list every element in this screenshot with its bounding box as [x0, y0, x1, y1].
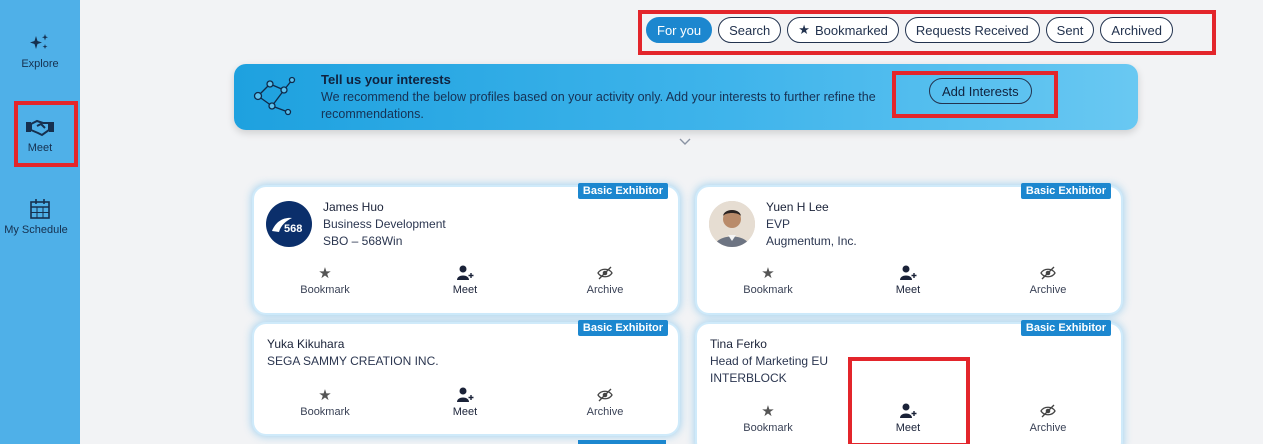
network-icon: [253, 76, 296, 116]
profile-company: Augmentum, Inc.: [766, 234, 857, 248]
action-label: Meet: [452, 406, 478, 418]
profile-card: Basic Exhibitor 568 James Huo Business D…: [254, 183, 678, 313]
star-icon: ★: [761, 265, 775, 282]
highlight-box-meet: [14, 101, 78, 167]
nav-label-explore: Explore: [21, 58, 59, 70]
profile-title: Business Development: [323, 217, 446, 231]
action-label: Bookmark: [300, 284, 350, 296]
meet-button[interactable]: Meet: [863, 264, 953, 296]
star-icon: ★: [318, 265, 332, 282]
profile-card: Basic Exhibitor Yuka Kikuhara SEGA SAMMY…: [254, 320, 678, 434]
profile-info: Tina Ferko Head of Marketing EU INTERBLO…: [710, 336, 828, 387]
profile-title: Head of Marketing EU: [710, 354, 829, 368]
action-label: Archive: [586, 284, 624, 296]
exhibitor-badge: Basic Exhibitor: [577, 183, 668, 199]
card-actions: ★ Bookmark Meet Archive: [254, 264, 678, 300]
bookmark-button[interactable]: ★ Bookmark: [723, 402, 813, 434]
archive-button[interactable]: Archive: [560, 264, 650, 296]
meet-button[interactable]: Meet: [420, 386, 510, 418]
add-user-icon: [457, 387, 474, 402]
nav-item-explore[interactable]: Explore: [0, 32, 80, 70]
calendar-icon: [30, 199, 50, 219]
archive-button[interactable]: Archive: [1003, 264, 1093, 296]
person-photo: [709, 201, 755, 247]
avatar[interactable]: [709, 201, 755, 247]
sparkles-icon: [30, 34, 48, 49]
left-nav-rail: Explore Meet My Schedule: [0, 0, 80, 444]
exhibitor-badge: Basic Exhibitor: [577, 320, 668, 336]
chevron-down-icon[interactable]: [678, 137, 692, 147]
eye-slash-icon: [1040, 266, 1056, 280]
add-user-icon: [900, 265, 917, 280]
profile-name[interactable]: Tina Ferko: [710, 336, 828, 353]
profile-company: SBO – 568Win: [323, 234, 403, 248]
profile-info: James Huo Business Development SBO – 568…: [323, 199, 446, 250]
meet-button[interactable]: Meet: [420, 264, 510, 296]
banner-title: Tell us your interests: [321, 72, 451, 87]
card-actions: ★ Bookmark Meet Archive: [697, 264, 1121, 300]
profile-card: Basic Exhibitor Yuen H Lee EVP Augmentum…: [697, 183, 1121, 313]
profile-title: EVP: [766, 217, 791, 231]
profile-company: INTERBLOCK: [710, 371, 787, 385]
card-actions: ★ Bookmark Meet Archive: [254, 386, 678, 422]
banner-description: We recommend the below profiles based on…: [321, 90, 876, 121]
exhibitor-badge-partial: [578, 440, 666, 444]
action-label: Meet: [452, 284, 478, 296]
eye-slash-icon: [597, 266, 613, 280]
profile-title: SEGA SAMMY CREATION INC.: [267, 354, 439, 368]
profile-name[interactable]: James Huo: [323, 199, 446, 216]
avatar[interactable]: 568: [266, 201, 312, 247]
action-label: Archive: [1029, 284, 1067, 296]
568win-logo: 568: [272, 217, 302, 235]
nav-item-my-schedule[interactable]: My Schedule: [0, 198, 80, 236]
exhibitor-badge: Basic Exhibitor: [1020, 320, 1111, 336]
action-label: Bookmark: [300, 406, 350, 418]
action-label: Bookmark: [743, 422, 793, 434]
highlight-box-add-interests: [892, 71, 1058, 118]
action-label: Meet: [895, 284, 921, 296]
nav-label-my-schedule: My Schedule: [4, 224, 68, 236]
bookmark-button[interactable]: ★ Bookmark: [723, 264, 813, 296]
profile-name[interactable]: Yuka Kikuhara: [267, 336, 439, 353]
bookmark-button[interactable]: ★ Bookmark: [280, 264, 370, 296]
profile-name[interactable]: Yuen H Lee: [766, 199, 857, 216]
action-label: Archive: [1029, 422, 1067, 434]
star-icon: ★: [318, 387, 332, 404]
highlight-box-meet-button: [848, 357, 970, 444]
highlight-box-tabs: [638, 10, 1216, 55]
bookmark-button[interactable]: ★ Bookmark: [280, 386, 370, 418]
archive-button[interactable]: Archive: [1003, 402, 1093, 434]
add-user-icon: [457, 265, 474, 280]
action-label: Bookmark: [743, 284, 793, 296]
star-icon: ★: [761, 403, 775, 420]
eye-slash-icon: [597, 388, 613, 402]
action-label: Archive: [586, 406, 624, 418]
archive-button[interactable]: Archive: [560, 386, 650, 418]
eye-slash-icon: [1040, 404, 1056, 418]
profile-info: Yuka Kikuhara SEGA SAMMY CREATION INC.: [267, 336, 439, 370]
profile-info: Yuen H Lee EVP Augmentum, Inc.: [766, 199, 857, 250]
exhibitor-badge: Basic Exhibitor: [1020, 183, 1111, 199]
svg-text:568: 568: [284, 223, 302, 235]
